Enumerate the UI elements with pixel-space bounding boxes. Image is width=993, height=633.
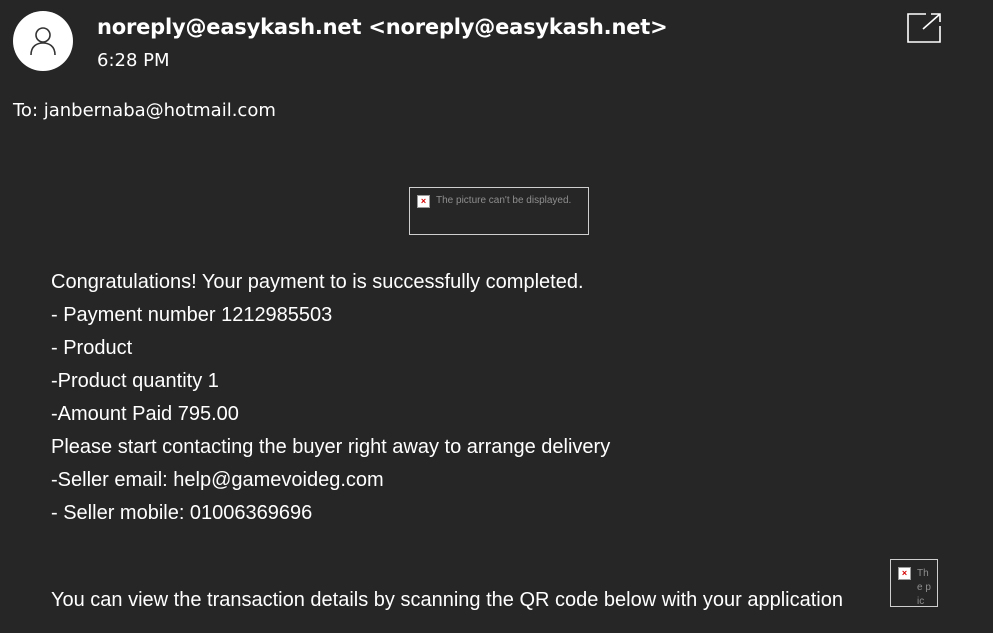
qr-instructions: You can view the transaction details by … (51, 589, 843, 611)
sender-avatar[interactable] (13, 11, 73, 71)
recipient-line: To: janbernaba@hotmail.com (13, 100, 276, 121)
body-line: - Seller mobile: 01006369696 (51, 502, 313, 524)
header-image-placeholder: × The picture can't be displayed. (409, 187, 589, 235)
image-alt-text: The pic (917, 568, 931, 607)
body-line: Please start contacting the buyer right … (51, 436, 611, 458)
received-time: 6:28 PM (97, 50, 170, 71)
email-reading-pane: noreply@easykash.net <noreply@easykash.n… (0, 0, 993, 633)
open-in-new-window-icon (907, 13, 941, 43)
open-in-new-window-button[interactable] (905, 11, 943, 45)
body-line: - Payment number 1212985503 (51, 304, 333, 326)
body-line: Congratulations! Your payment to is succ… (51, 271, 584, 293)
qr-image-placeholder: × The pic (890, 559, 938, 607)
sender-address[interactable]: noreply@easykash.net <noreply@easykash.n… (97, 13, 668, 41)
body-line: -Product quantity 1 (51, 370, 219, 392)
body-line: - Product (51, 337, 133, 359)
body-line[interactable]: -Seller email: help@gamevoideg.com (51, 464, 610, 497)
message-body: Congratulations! Your payment to is succ… (51, 266, 610, 530)
broken-image-icon: × (417, 195, 430, 208)
body-line: -Amount Paid 795.00 (51, 403, 239, 425)
person-icon (30, 27, 56, 56)
broken-image-icon: × (898, 567, 911, 580)
image-alt-text: The picture can't be displayed. (436, 195, 572, 206)
